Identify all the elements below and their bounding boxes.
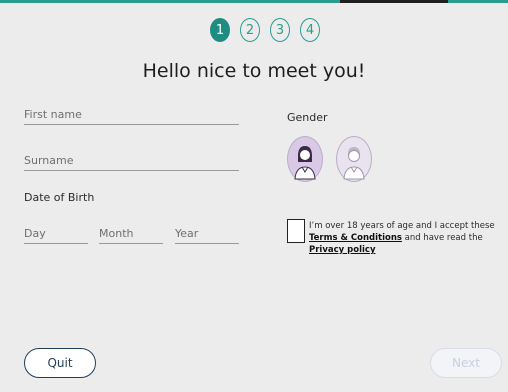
month-field[interactable]: Month [99, 227, 163, 244]
day-placeholder: Day [24, 227, 46, 240]
month-placeholder: Month [99, 227, 134, 240]
surname-field[interactable]: Surname [24, 154, 239, 171]
year-field[interactable]: Year [175, 227, 239, 244]
top-dark-bar [340, 0, 448, 3]
age-terms-checkbox[interactable] [287, 219, 305, 243]
female-avatar-icon [294, 146, 316, 180]
dob-label: Date of Birth [24, 191, 95, 204]
step-4: 4 [300, 18, 320, 42]
gender-label: Gender [287, 111, 328, 124]
step-3: 3 [270, 18, 290, 42]
page-title: Hello nice to meet you! [142, 60, 366, 82]
quit-button[interactable]: Quit [24, 348, 96, 378]
day-field[interactable]: Day [24, 227, 88, 244]
terms-conditions-link[interactable]: Terms & Conditions [309, 233, 402, 243]
gender-male-option[interactable] [336, 136, 372, 182]
step-2: 2 [240, 18, 260, 42]
step-1: 1 [210, 18, 230, 42]
surname-placeholder: Surname [24, 154, 74, 167]
first-name-field[interactable]: First name [24, 108, 239, 125]
year-placeholder: Year [175, 227, 199, 240]
first-name-placeholder: First name [24, 108, 82, 121]
male-avatar-icon [343, 147, 365, 180]
terms-prefix: I’m over 18 years of age and I accept th… [309, 221, 495, 231]
next-button[interactable]: Next [430, 348, 502, 378]
step-indicator: 1 2 3 4 [210, 18, 320, 42]
terms-text: I’m over 18 years of age and I accept th… [309, 220, 499, 256]
terms-middle: and have read the [401, 233, 483, 243]
gender-female-option[interactable] [287, 136, 323, 182]
privacy-policy-link[interactable]: Privacy policy [309, 245, 375, 255]
